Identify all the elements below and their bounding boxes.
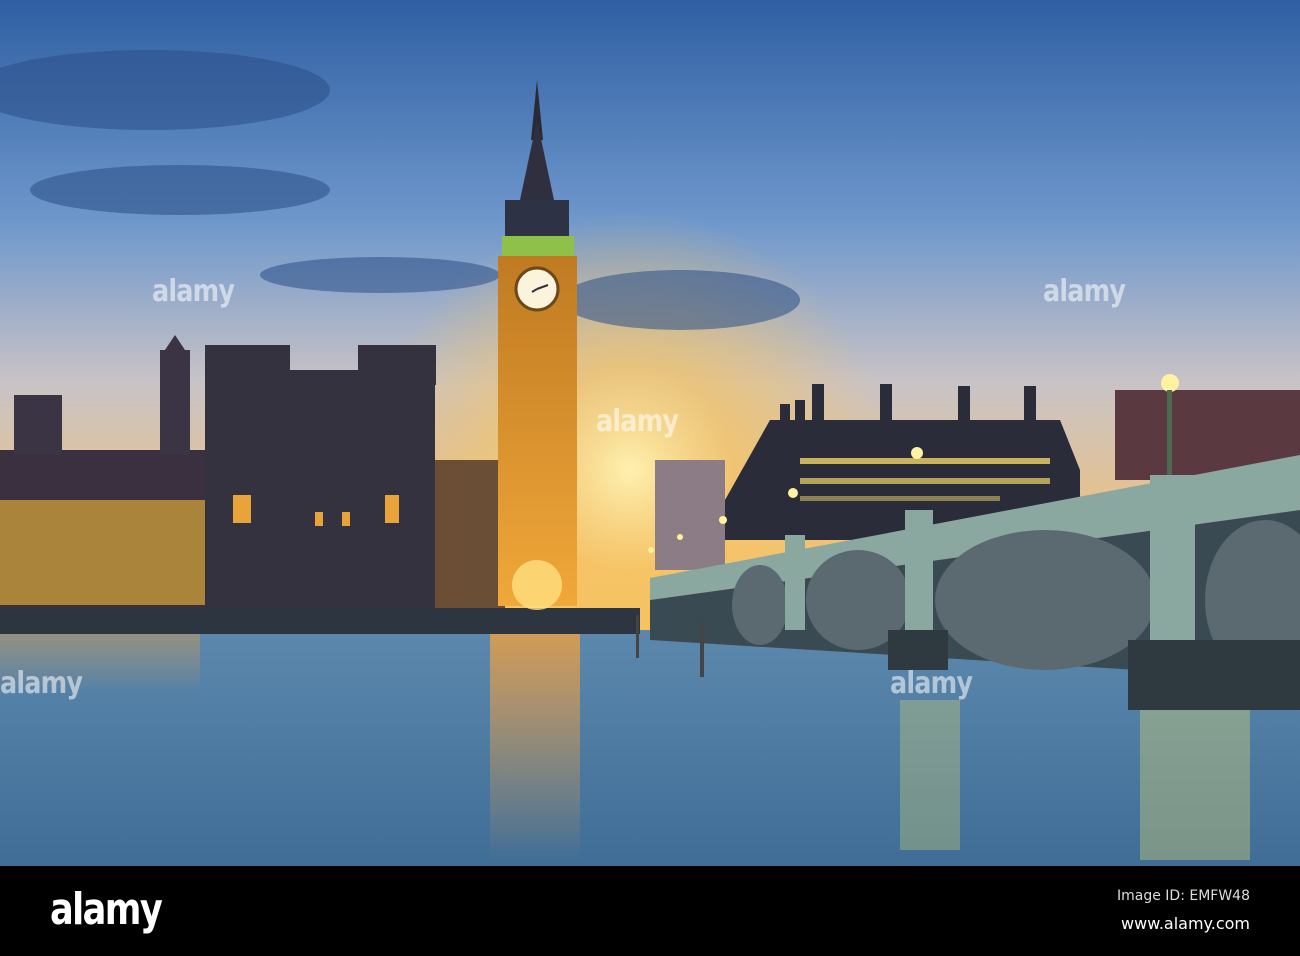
footer-bar: alamy Image ID: EMFW48 www.alamy.com: [0, 866, 1300, 956]
watermark: alamy: [1043, 274, 1126, 309]
watermark: alamy: [152, 274, 235, 309]
site-url: www.alamy.com: [1121, 914, 1250, 933]
photo-big-ben-sunset: alamy alamy alamy alamy alamy: [0, 0, 1300, 866]
watermark: alamy: [890, 666, 973, 701]
image-id: Image ID: EMFW48: [1116, 888, 1250, 904]
alamy-logo: alamy: [50, 884, 163, 935]
watermark: alamy: [0, 666, 83, 701]
stock-photo-page: alamy alamy alamy alamy alamy alamy Imag…: [0, 0, 1300, 956]
tower-reflection: [490, 632, 580, 862]
watermark: alamy: [596, 404, 679, 439]
